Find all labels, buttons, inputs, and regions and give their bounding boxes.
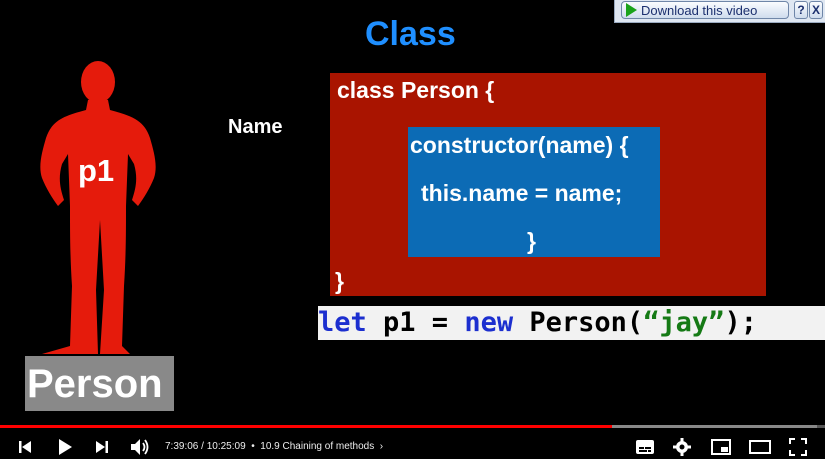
subtitles-icon (636, 440, 654, 454)
code-call-close: ); (724, 307, 757, 338)
code-string: “jay” (643, 307, 725, 338)
green-play-icon (626, 3, 637, 17)
name-label: Name (228, 116, 283, 138)
miniplayer-icon (711, 439, 731, 455)
settings-button[interactable] (671, 436, 693, 458)
chapter-title[interactable]: 10.9 Chaining of methods (260, 441, 374, 452)
help-icon: ? (797, 3, 805, 17)
download-button-label: Download this video (641, 2, 758, 18)
time-display: 7:39:06 / 10:25:09 • 10.9 Chaining of me… (165, 441, 384, 452)
theater-mode-icon (749, 440, 771, 454)
volume-icon (131, 439, 149, 455)
miniplayer-button[interactable] (709, 436, 733, 458)
skip-next-button[interactable] (91, 437, 113, 457)
volume-button[interactable] (129, 436, 151, 458)
code-constructor-call: Person( (513, 307, 644, 338)
progress-buffer (612, 425, 817, 428)
play-button[interactable] (54, 436, 76, 458)
class-closing-brace: } (335, 268, 344, 294)
fullscreen-icon (789, 438, 807, 456)
download-video-button[interactable]: Download this video (621, 1, 789, 19)
settings-icon (673, 438, 691, 456)
person-silhouette-icon (40, 61, 156, 354)
theater-mode-button[interactable] (748, 436, 772, 458)
help-button[interactable]: ? (794, 1, 808, 19)
figure-label: p1 (78, 153, 115, 188)
code-line: let p1 = new Person(“jay”); (318, 306, 825, 340)
class-declaration: class Person { (337, 77, 495, 103)
player-controls (0, 430, 825, 459)
fullscreen-button[interactable] (787, 436, 809, 458)
constructor-signature: constructor(name) { (410, 132, 629, 158)
code-variable: p1 = (366, 307, 465, 338)
skip-previous-button[interactable] (14, 437, 36, 457)
duration: 10:25:09 (206, 441, 246, 452)
constructor-body: this.name = name; (421, 180, 623, 206)
keyword-let: let (318, 307, 367, 338)
close-icon: X (811, 3, 820, 17)
skip-previous-icon (19, 441, 31, 453)
time-separator: / (198, 441, 207, 452)
subtitles-button[interactable] (633, 436, 657, 458)
keyword-new: new (464, 307, 514, 338)
play-icon (59, 439, 72, 455)
current-time: 7:39:06 (165, 441, 199, 452)
slide-title: Class (365, 15, 456, 53)
person-label: Person (27, 362, 163, 406)
progress-played (0, 425, 612, 428)
constructor-closing-brace: } (527, 228, 536, 254)
skip-next-icon (96, 441, 108, 453)
close-download-bar-button[interactable]: X (809, 1, 823, 19)
chevron-right-icon[interactable]: › (374, 441, 383, 452)
